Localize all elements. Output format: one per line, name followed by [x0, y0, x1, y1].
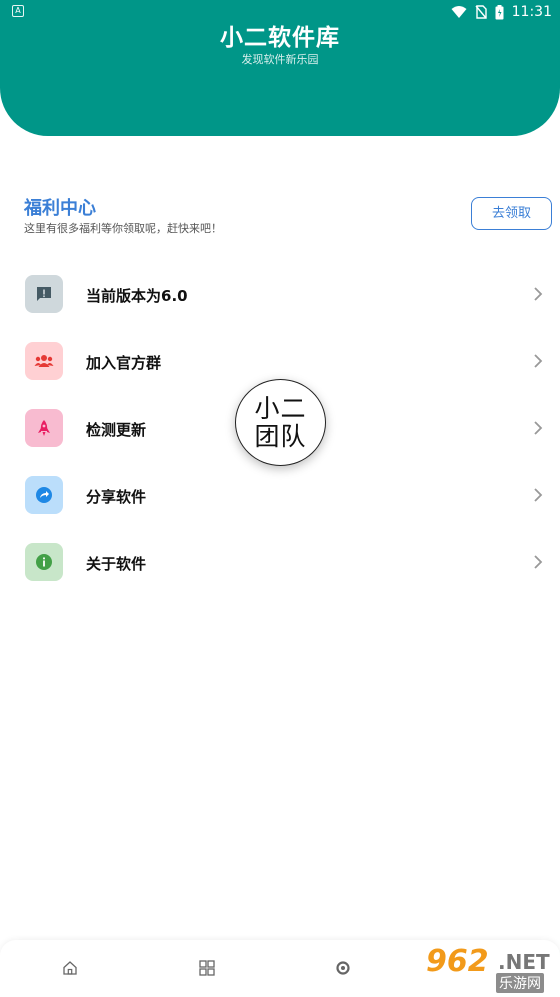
no-sim-icon [475, 5, 487, 19]
menu-item-label: 检测更新 [86, 421, 147, 439]
badge-line-1: 小二 [254, 393, 307, 423]
chevron-right-icon [531, 420, 545, 435]
grid-icon[interactable] [197, 958, 217, 978]
welfare-description: 这里有很多福利等你领取呢，赶快来吧！ [24, 222, 222, 235]
chevron-right-icon [531, 554, 545, 569]
watermark-suffix: .NET [498, 950, 550, 974]
menu-item-about[interactable]: 关于软件 [0, 543, 560, 599]
rocket-icon [25, 409, 63, 447]
discover-icon[interactable] [333, 958, 353, 978]
watermark-number: 962 [426, 944, 489, 979]
home-icon[interactable] [60, 958, 80, 978]
group-icon [25, 342, 63, 380]
app-header: A 11:31 小二软件库 发现软件新乐园 [0, 0, 560, 136]
menu-item-label: 当前版本为6.0 [86, 287, 188, 305]
menu-item-share[interactable]: 分享软件 [0, 476, 560, 532]
status-notification-indicator: A [12, 5, 24, 17]
wifi-icon [451, 5, 467, 19]
welfare-title: 福利中心 [24, 198, 96, 219]
chevron-right-icon [531, 286, 545, 301]
share-icon [25, 476, 63, 514]
claim-button[interactable]: 去领取 [471, 197, 552, 230]
menu-item-label: 分享软件 [86, 488, 147, 506]
app-subtitle: 发现软件新乐园 [241, 53, 319, 66]
menu-item-label: 关于软件 [86, 555, 147, 573]
feedback-icon [25, 275, 63, 313]
menu-item-version[interactable]: 当前版本为6.0 [0, 275, 560, 331]
info-icon [25, 543, 63, 581]
menu-item-label: 加入官方群 [86, 354, 162, 372]
site-watermark: 962 .NET 乐游网 [420, 944, 558, 994]
chevron-right-icon [531, 353, 545, 368]
badge-line-2: 团队 [254, 421, 307, 451]
team-floating-badge[interactable]: 小二 团队 [235, 379, 326, 466]
app-title: 小二软件库 [220, 25, 340, 51]
chevron-right-icon [531, 487, 545, 502]
watermark-site: 乐游网 [496, 973, 544, 993]
